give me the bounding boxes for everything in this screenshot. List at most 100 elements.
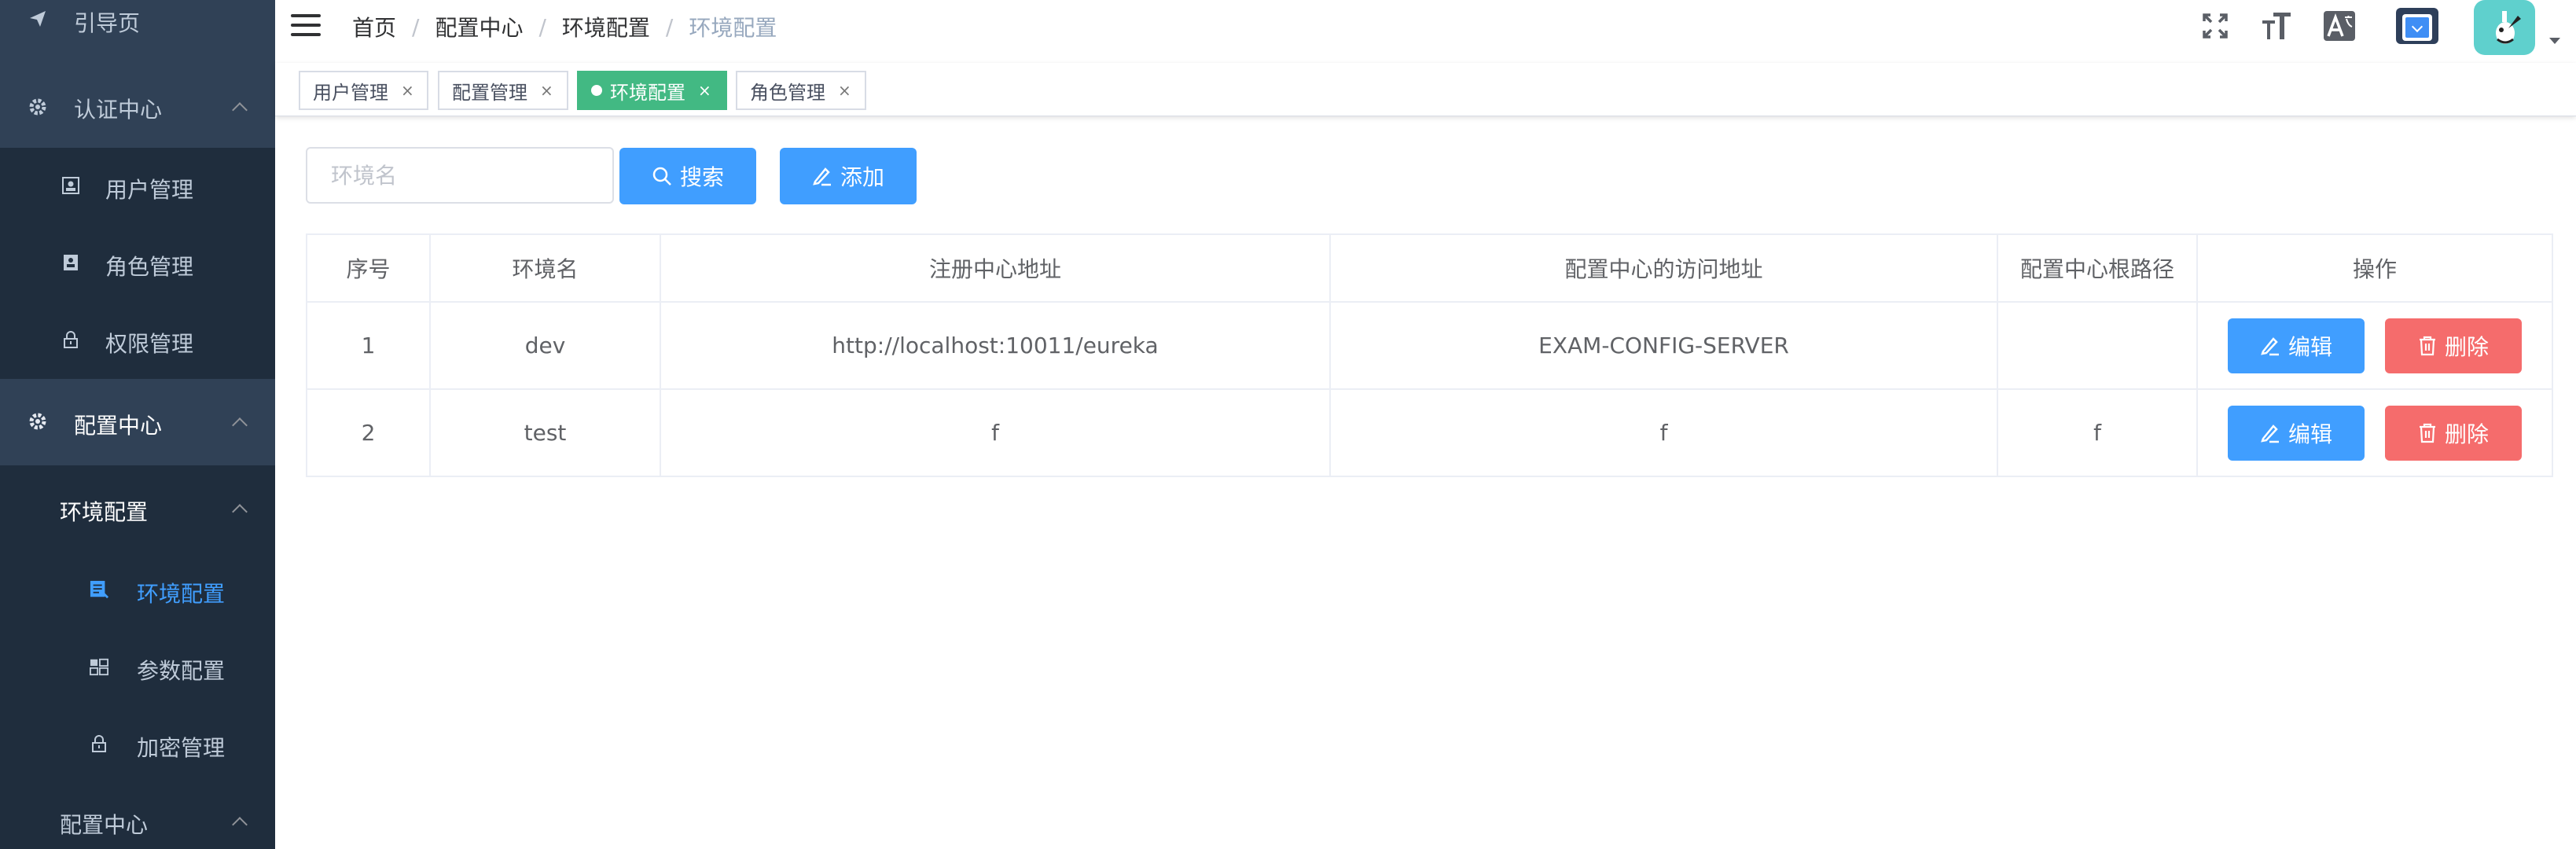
add-button[interactable]: 添加: [780, 148, 917, 204]
column-header-config-url: 配置中心的访问地址: [1329, 233, 1998, 303]
breadcrumb: 首页 / 配置中心 / 环境配置 / 环境配置: [352, 11, 777, 42]
cell-index: 2: [306, 388, 431, 477]
translate-icon[interactable]: [2321, 8, 2357, 44]
sidebar-item-permission-management[interactable]: 权限管理: [0, 302, 275, 379]
hamburger-menu-icon[interactable]: [291, 14, 321, 39]
sidebar-item-label: 配置中心: [74, 413, 163, 439]
cell-env-name: test: [429, 388, 661, 477]
edit-icon: [2260, 336, 2280, 356]
font-size-icon[interactable]: [2258, 8, 2295, 44]
cell-config-url: f: [1329, 388, 1998, 477]
close-icon[interactable]: ×: [540, 81, 553, 100]
document-edit-icon: [90, 580, 108, 599]
tag-label: 用户管理: [313, 81, 388, 104]
sidebar-item-encrypt-management[interactable]: 加密管理: [0, 706, 275, 783]
tag-user-management[interactable]: 用户管理 ×: [299, 71, 428, 110]
edit-button[interactable]: 编辑: [2228, 318, 2365, 373]
sidebar-item-config-center[interactable]: 配置中心: [0, 379, 275, 465]
tag-config-management[interactable]: 配置管理 ×: [438, 71, 568, 110]
search-icon: [652, 166, 672, 186]
table-row: 1 dev http://localhost:10011/eureka EXAM…: [306, 301, 2553, 390]
delete-button[interactable]: 删除: [2385, 318, 2522, 373]
grid-icon: [90, 657, 108, 676]
sidebar-item-config-center-2[interactable]: 配置中心: [0, 783, 275, 849]
sidebar-item-param-config[interactable]: 参数配置: [0, 629, 275, 706]
submenu-config: 环境配置 环境配置 参数配置 加密管理 配置中心: [0, 465, 275, 849]
avatar-icon[interactable]: [2474, 0, 2535, 55]
close-icon[interactable]: ×: [838, 81, 851, 100]
breadcrumb-item-current: 环境配置: [689, 15, 777, 41]
cell-config-url: EXAM-CONFIG-SERVER: [1329, 301, 1998, 390]
sidebar-item-label: 引导页: [74, 10, 141, 36]
chevron-up-icon: [232, 504, 248, 520]
search-button[interactable]: 搜索: [619, 148, 756, 204]
breadcrumb-item[interactable]: 环境配置: [562, 11, 650, 42]
sidebar-item-user-management[interactable]: 用户管理: [0, 148, 275, 225]
env-config-table: 序号 环境名 注册中心地址 配置中心的访问地址 配置中心根路径 操作 1 dev…: [306, 233, 2553, 477]
edit-icon: [812, 166, 832, 186]
column-header-index: 序号: [306, 233, 431, 303]
cell-actions: 编辑 删除: [2196, 301, 2553, 390]
breadcrumb-item[interactable]: 首页: [352, 11, 396, 42]
cell-env-name: dev: [429, 301, 661, 390]
column-header-env-name: 环境名: [429, 233, 661, 303]
delete-button[interactable]: 删除: [2385, 405, 2522, 461]
sidebar: 引导页 认证中心 用户管理 角色管理 权限管理 配置中心 环境配置 环境配置 参…: [0, 0, 275, 849]
sidebar-item-label: 环境配置: [60, 499, 149, 525]
breadcrumb-item[interactable]: 配置中心: [435, 11, 523, 42]
sidebar-item-label: 认证中心: [74, 97, 163, 123]
sidebar-item-env-config-group[interactable]: 环境配置: [0, 465, 275, 552]
cell-root-path: f: [1997, 388, 2198, 477]
sidebar-item-label: 用户管理: [105, 177, 194, 203]
close-icon[interactable]: ×: [401, 81, 414, 100]
sidebar-item-label: 参数配置: [137, 658, 226, 684]
table-header-row: 序号 环境名 注册中心地址 配置中心的访问地址 配置中心根路径 操作: [306, 233, 2553, 303]
tag-label: 环境配置: [610, 81, 685, 104]
sidebar-item-label: 加密管理: [137, 735, 226, 761]
breadcrumb-separator: /: [412, 13, 420, 40]
edit-button-label: 编辑: [2288, 421, 2332, 447]
tag-label: 配置管理: [452, 81, 527, 104]
caret-down-icon[interactable]: [2549, 38, 2560, 44]
gear-icon: [28, 97, 47, 116]
lock-icon: [90, 734, 108, 753]
chevron-up-icon: [232, 417, 248, 433]
tag-label: 角色管理: [750, 81, 825, 104]
lock-icon: [61, 330, 80, 349]
edit-icon: [2260, 423, 2280, 443]
trash-icon: [2418, 336, 2437, 356]
cell-root-path: [1997, 301, 2198, 390]
sidebar-item-label: 权限管理: [105, 331, 194, 357]
chevron-up-icon: [232, 817, 248, 832]
active-dot-icon: [591, 85, 602, 96]
edit-button[interactable]: 编辑: [2228, 405, 2365, 461]
tag-role-management[interactable]: 角色管理 ×: [736, 71, 866, 110]
add-button-label: 添加: [840, 164, 884, 190]
role-card-icon: [61, 253, 80, 272]
sidebar-item-guide[interactable]: 引导页: [0, 0, 275, 43]
close-icon[interactable]: ×: [698, 81, 711, 100]
paper-plane-icon: [28, 9, 47, 28]
sidebar-item-label: 配置中心: [60, 812, 149, 838]
submenu-auth: 用户管理 角色管理 权限管理: [0, 148, 275, 379]
column-header-registry-url: 注册中心地址: [660, 233, 1331, 303]
cell-actions: 编辑 删除: [2196, 388, 2553, 477]
breadcrumb-separator: /: [538, 13, 546, 40]
sidebar-item-role-management[interactable]: 角色管理: [0, 225, 275, 302]
cell-index: 1: [306, 301, 431, 390]
env-name-search-input[interactable]: [306, 147, 614, 204]
tags-view: 用户管理 × 配置管理 × 环境配置 × 角色管理 ×: [275, 63, 2576, 116]
sidebar-item-label: 环境配置: [137, 581, 226, 607]
sidebar-item-env-config[interactable]: 环境配置: [0, 552, 275, 629]
column-header-root-path: 配置中心根路径: [1997, 233, 2198, 303]
sidebar-item-label: 角色管理: [105, 254, 194, 280]
chevron-up-icon: [232, 102, 248, 118]
cell-registry-url: f: [660, 388, 1331, 477]
delete-button-label: 删除: [2444, 333, 2489, 360]
fullscreen-icon[interactable]: [2197, 8, 2233, 44]
tag-env-config[interactable]: 环境配置 ×: [577, 71, 727, 110]
language-select-icon[interactable]: [2396, 8, 2438, 44]
table-row: 2 test f f f 编辑 删除: [306, 388, 2553, 477]
user-card-icon: [61, 176, 80, 195]
sidebar-item-auth-center[interactable]: 认证中心: [0, 66, 275, 148]
